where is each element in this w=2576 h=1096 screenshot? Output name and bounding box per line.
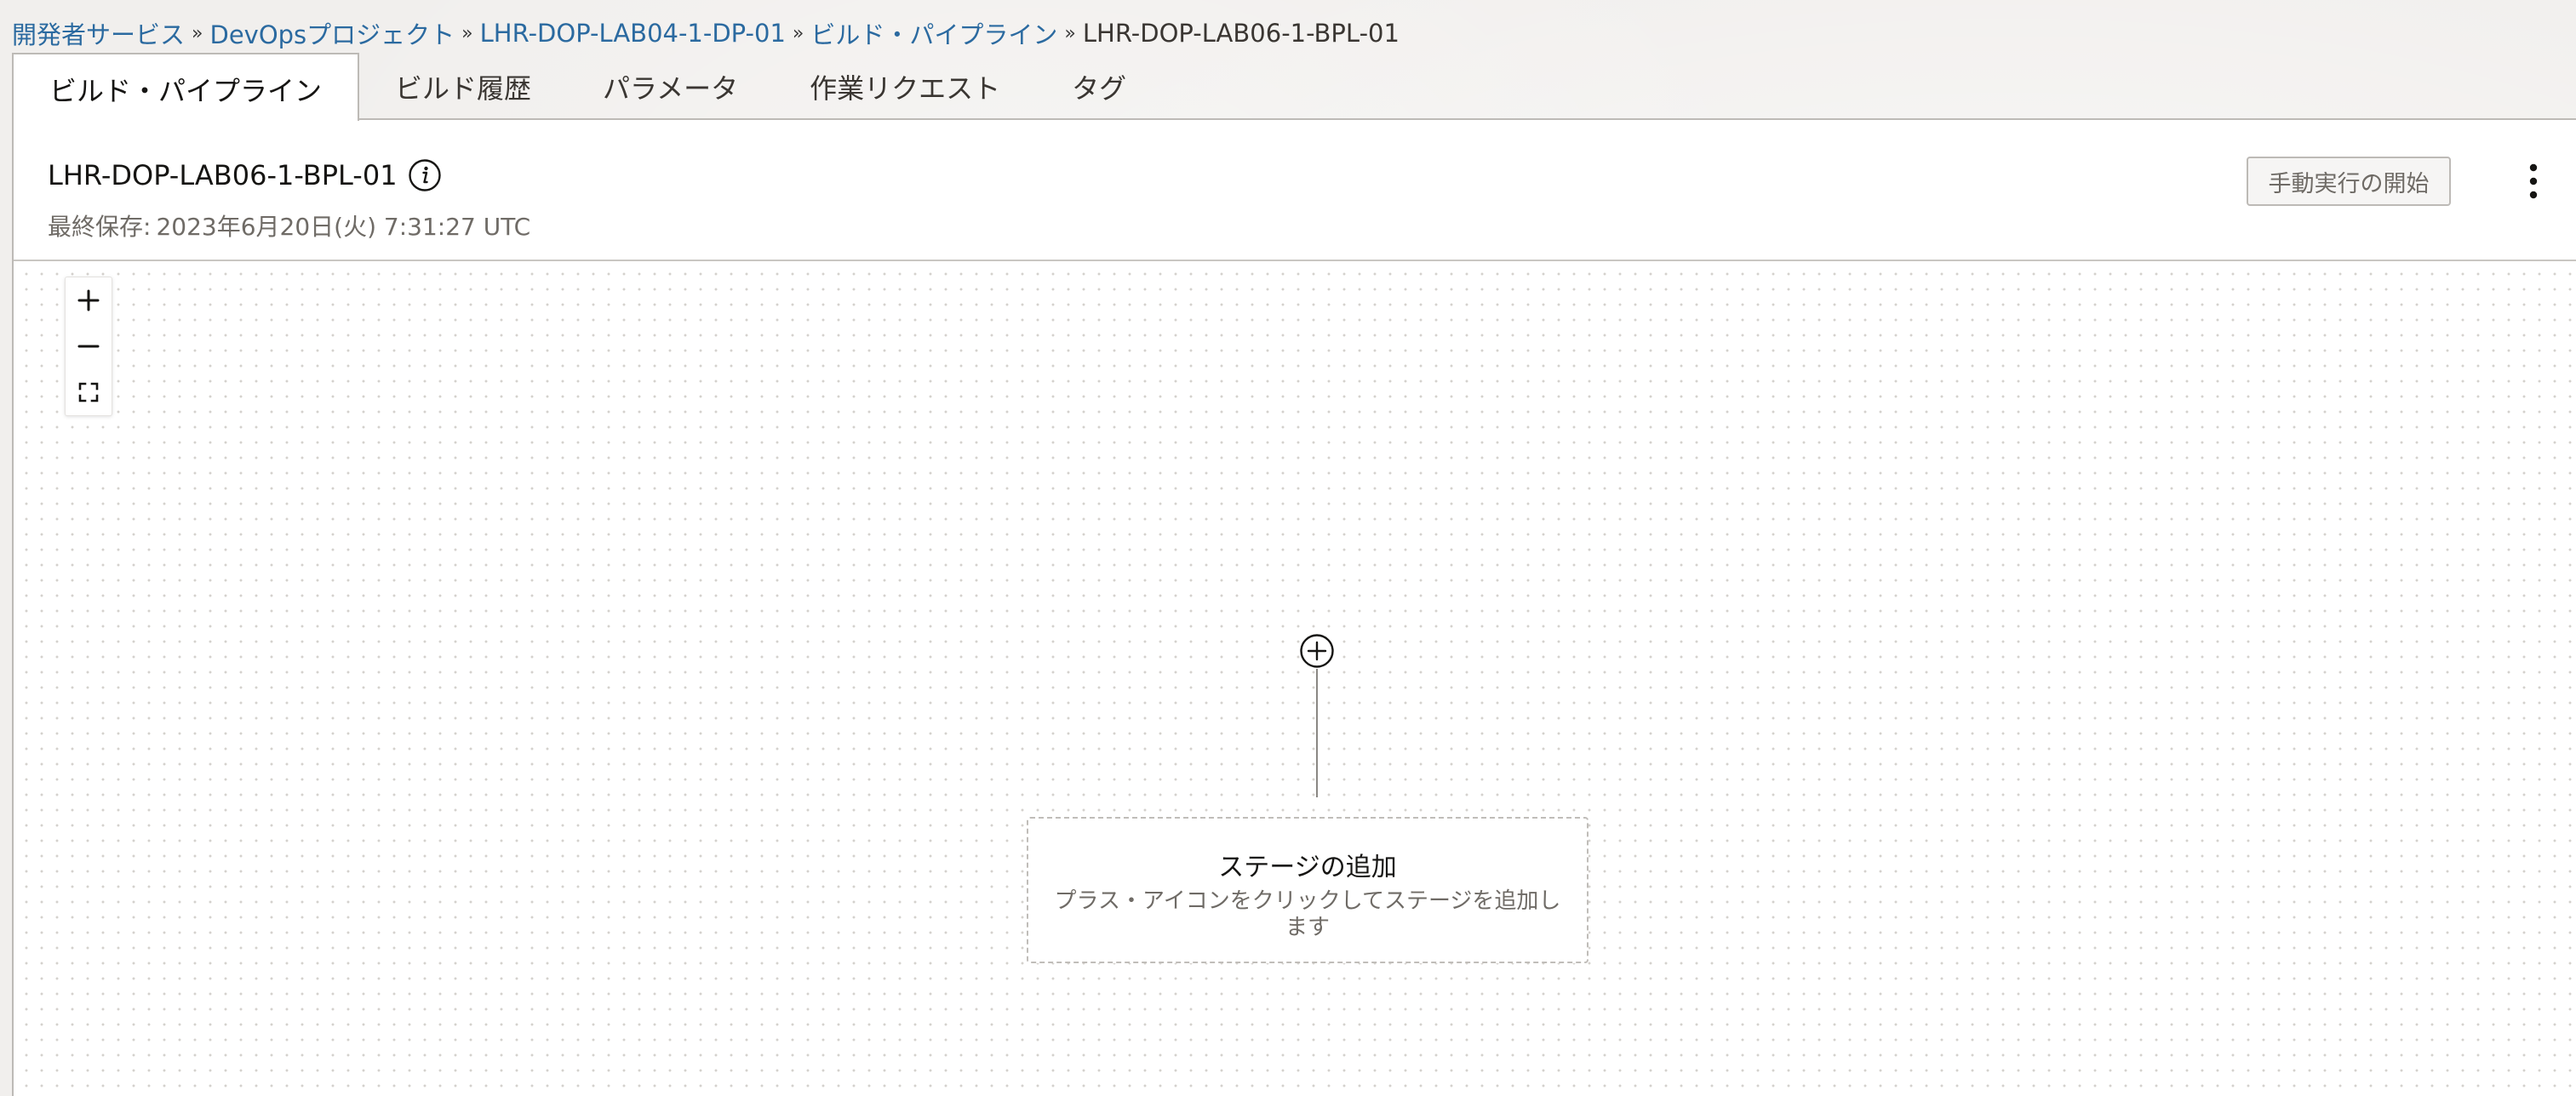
last-saved: 最終保存: 2023年6月20日(火) 7:31:27 UTC (48, 208, 530, 243)
breadcrumb-separator: » (1064, 22, 1076, 44)
kebab-menu-icon[interactable] (2516, 159, 2550, 203)
fit-to-screen-icon (78, 382, 99, 402)
breadcrumb-link-build-pipelines[interactable]: ビルド・パイプライン (810, 15, 1057, 51)
fit-to-screen-button[interactable] (66, 369, 112, 415)
tab-parameters[interactable]: パラメータ (567, 53, 774, 121)
plus-icon (77, 289, 100, 311)
breadcrumb-separator: » (461, 22, 473, 44)
breadcrumb-current: LHR-DOP-LAB06-1-BPL-01 (1082, 19, 1400, 48)
pipeline-title-row: LHR-DOP-LAB06-1-BPL-01 (48, 158, 442, 192)
last-saved-label: 最終保存: (48, 213, 152, 241)
breadcrumb: 開発者サービス » DevOpsプロジェクト » LHR-DOP-LAB04-1… (12, 15, 1400, 51)
breadcrumb-separator: » (192, 22, 203, 44)
last-saved-value: 2023年6月20日(火) 7:31:27 UTC (156, 213, 531, 241)
tab-build-history[interactable]: ビルド履歴 (359, 53, 567, 121)
tab-tags[interactable]: タグ (1036, 53, 1162, 121)
tab-bar: ビルド・パイプライン ビルド履歴 パラメータ 作業リクエスト タグ (12, 53, 1162, 121)
stage-connector-line (1316, 669, 1318, 797)
breadcrumb-link-project[interactable]: LHR-DOP-LAB04-1-DP-01 (480, 19, 786, 48)
zoom-out-button[interactable] (66, 323, 112, 369)
add-stage-icon[interactable] (1299, 633, 1335, 669)
tab-build-pipeline[interactable]: ビルド・パイプライン (12, 53, 360, 121)
pipeline-title: LHR-DOP-LAB06-1-BPL-01 (48, 159, 398, 191)
add-stage-description: プラス・アイコンをクリックしてステージを追加します (1054, 888, 1561, 940)
minus-icon (77, 345, 100, 348)
pipeline-canvas[interactable]: ステージの追加 プラス・アイコンをクリックしてステージを追加します (14, 261, 2576, 1096)
zoom-controls (65, 277, 112, 416)
add-stage-title: ステージの追加 (1218, 853, 1397, 882)
breadcrumb-link-developer-services[interactable]: 開発者サービス (12, 15, 185, 51)
pipeline-panel: LHR-DOP-LAB06-1-BPL-01 最終保存: 2023年6月20日(火… (12, 118, 2576, 1096)
add-stage-placeholder: ステージの追加 プラス・アイコンをクリックしてステージを追加します (1027, 817, 1589, 963)
breadcrumb-separator: » (792, 22, 804, 44)
zoom-in-button[interactable] (66, 277, 112, 323)
breadcrumb-link-devops-projects[interactable]: DevOpsプロジェクト (209, 15, 455, 51)
info-icon[interactable] (408, 158, 442, 192)
tab-work-requests[interactable]: 作業リクエスト (774, 53, 1036, 121)
pipeline-header: LHR-DOP-LAB06-1-BPL-01 最終保存: 2023年6月20日(火… (14, 120, 2576, 261)
start-manual-run-button[interactable]: 手動実行の開始 (2247, 157, 2451, 206)
